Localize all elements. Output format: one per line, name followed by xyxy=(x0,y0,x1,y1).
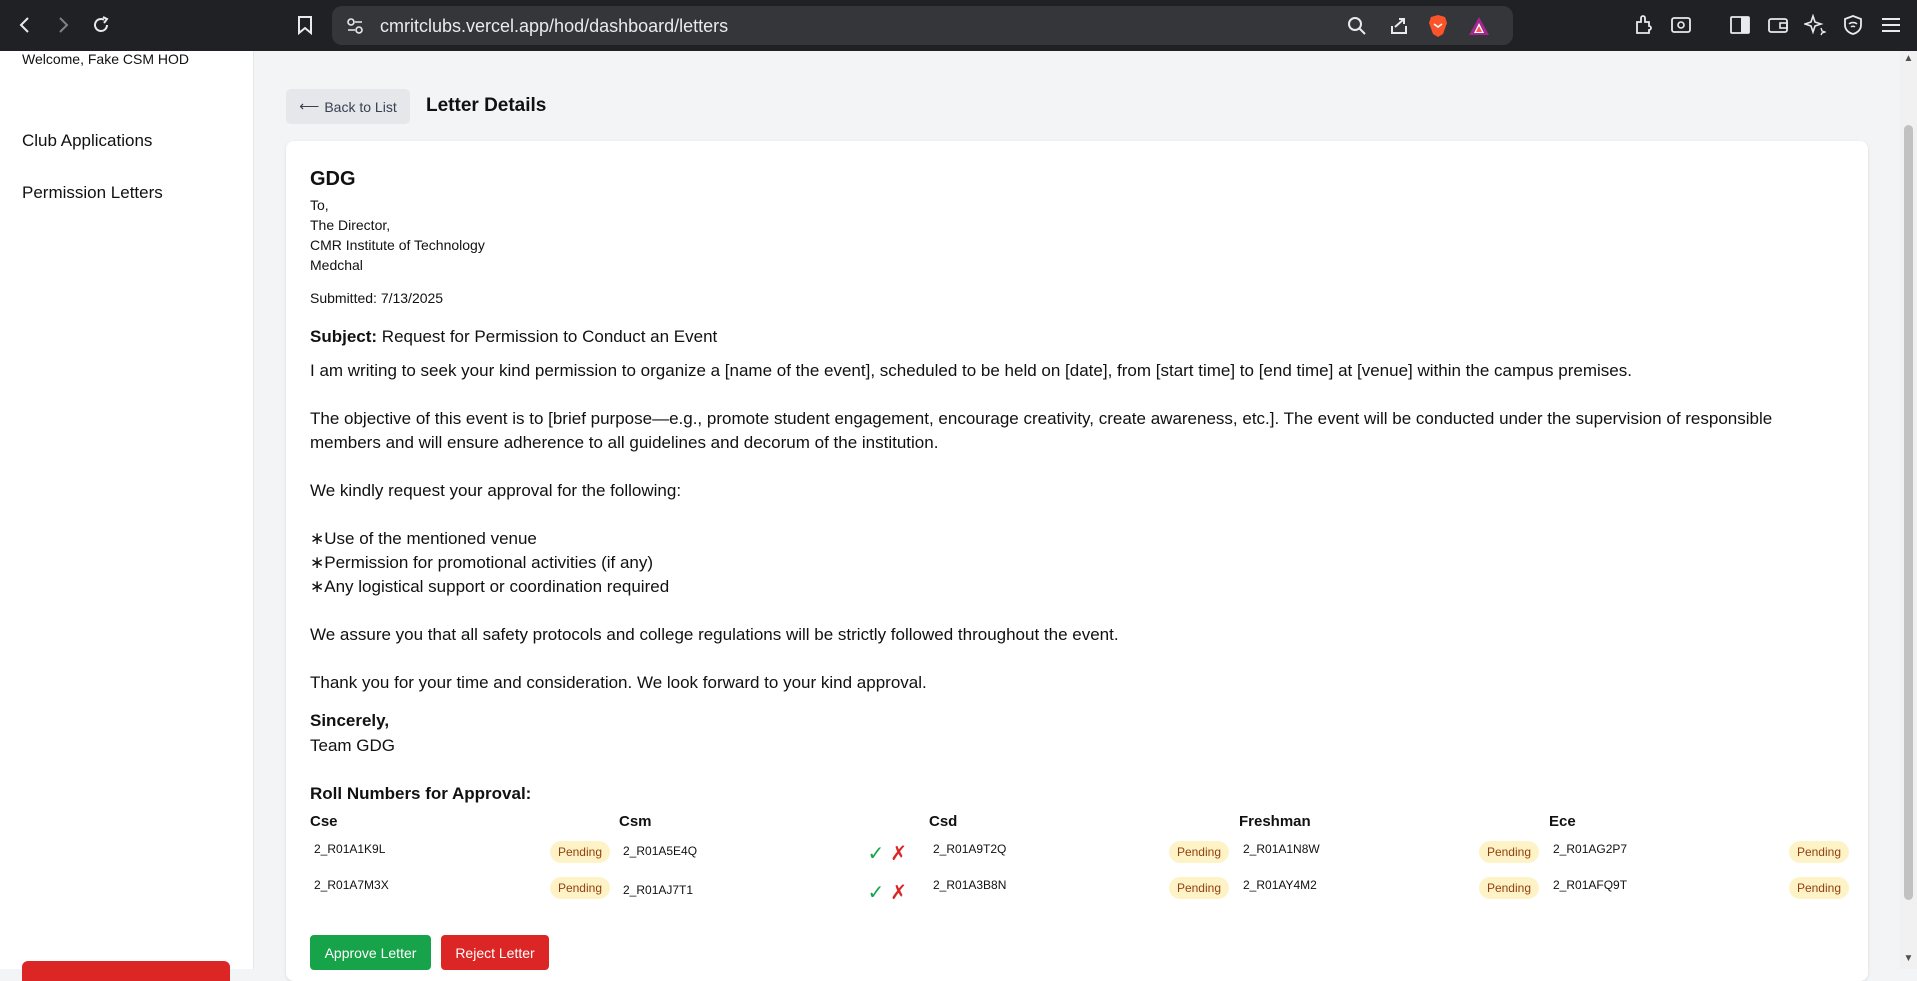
status-badge: Pending xyxy=(1788,841,1849,863)
address-line: Medchal xyxy=(310,257,363,273)
sidebar-toggle-icon[interactable] xyxy=(1726,11,1754,39)
roll-number: 2_R01AFQ9T xyxy=(1553,878,1628,892)
reload-icon[interactable] xyxy=(86,10,116,40)
scrollbar-thumb[interactable] xyxy=(1904,125,1913,900)
approve-roll-icon[interactable]: ✓ xyxy=(867,882,884,904)
page-title: Letter Details xyxy=(426,95,547,116)
roll-row: 2_R01A3B8N Pending xyxy=(929,873,1229,909)
browser-toolbar: cmritclubs.vercel.app/hod/dashboard/lett… xyxy=(0,0,1917,51)
back-to-list-label: Back to List xyxy=(324,98,397,115)
url-text: cmritclubs.vercel.app/hod/dashboard/lett… xyxy=(380,16,729,36)
roll-row: 2_R01AY4M2 Pending xyxy=(1239,873,1539,909)
roll-row: 2_R01AG2P7 Pending xyxy=(1549,837,1849,873)
roll-row: 2_R01A7M3X Pending xyxy=(310,873,610,909)
roll-number: 2_R01A5E4Q xyxy=(623,844,698,858)
menu-icon[interactable] xyxy=(1877,11,1905,39)
back-to-list-button[interactable]: ⟵ Back to List xyxy=(286,89,410,124)
brave-rewards-icon[interactable] xyxy=(1465,12,1493,40)
letter-body: I am writing to seek your kind permissio… xyxy=(310,361,1773,692)
status-badge: Pending xyxy=(1478,841,1539,863)
dept-column-ece: Ece 2_R01AG2P7 Pending 2_R01AFQ9T Pendin… xyxy=(1549,813,1849,909)
share-icon[interactable] xyxy=(1385,12,1413,40)
sidebar-item-permission-letters[interactable]: Permission Letters xyxy=(22,183,163,203)
reject-roll-icon[interactable]: ✗ xyxy=(890,882,907,904)
zoom-icon[interactable] xyxy=(1343,12,1371,40)
logout-button[interactable] xyxy=(22,961,230,981)
status-badge: Pending xyxy=(549,841,610,863)
status-badge: Pending xyxy=(1788,877,1849,899)
main-content: ⟵ Back to List Letter Details GDG To, Th… xyxy=(255,51,1900,981)
dept-column-freshman: Freshman 2_R01A1N8W Pending 2_R01AY4M2 P… xyxy=(1239,813,1539,909)
roll-actions: ✓ ✗ xyxy=(867,880,907,905)
subject-line: Subject: Request for Permission to Condu… xyxy=(310,327,717,347)
sidebar: Welcome, Fake CSM HOD Club Applications … xyxy=(0,51,254,981)
dept-heading: Csm xyxy=(619,813,652,830)
roll-row: 2_R01A9T2Q Pending xyxy=(929,837,1229,873)
subject-text: Request for Permission to Conduct an Eve… xyxy=(381,327,718,346)
signature-team: Team GDG xyxy=(310,736,396,755)
roll-row: 2_R01A1N8W Pending xyxy=(1239,837,1539,873)
roll-number: 2_R01AY4M2 xyxy=(1243,878,1317,892)
approve-letter-button[interactable]: Approve Letter xyxy=(310,935,431,970)
sign-off: Sincerely, xyxy=(310,711,390,730)
vpn-icon[interactable] xyxy=(1839,11,1867,39)
dept-column-csd: Csd 2_R01A9T2Q Pending 2_R01A3B8N Pendin… xyxy=(929,813,1229,909)
roll-row: 2_R01AJ7T1 ✓ ✗ xyxy=(619,873,919,909)
letter-card: GDG To, The Director, CMR Institute of T… xyxy=(286,141,1868,981)
roll-number: 2_R01AG2P7 xyxy=(1553,842,1628,856)
address-bar[interactable]: cmritclubs.vercel.app/hod/dashboard/lett… xyxy=(332,6,1513,45)
scroll-down-icon[interactable]: ▼ xyxy=(1903,953,1914,964)
status-badge: Pending xyxy=(1168,841,1229,863)
roll-number: 2_R01A7M3X xyxy=(314,878,389,892)
roll-number: 2_R01A3B8N xyxy=(933,878,1007,892)
scrollbar[interactable]: ▲ ▼ xyxy=(1900,51,1917,969)
status-badge: Pending xyxy=(1168,877,1229,899)
dept-heading: Freshman xyxy=(1239,813,1311,830)
leo-ai-icon[interactable] xyxy=(1801,11,1829,39)
submitted-date: Submitted: 7/13/2025 xyxy=(310,290,444,306)
roll-row: 2_R01A5E4Q ✓ ✗ xyxy=(619,837,919,873)
sidebar-item-club-applications[interactable]: Club Applications xyxy=(22,131,152,151)
brave-shields-icon[interactable] xyxy=(1424,12,1452,40)
club-name: GDG xyxy=(310,168,356,190)
site-settings-icon[interactable] xyxy=(346,17,364,40)
extensions-icon[interactable] xyxy=(1630,11,1658,39)
reject-letter-button[interactable]: Reject Letter xyxy=(441,935,549,970)
roll-number: 2_R01AJ7T1 xyxy=(623,883,694,897)
dept-column-csm: Csm 2_R01A5E4Q ✓ ✗ 2_R01AJ7T1 ✓ ✗ xyxy=(619,813,919,909)
address-line: The Director, xyxy=(310,217,391,233)
roll-number: 2_R01A1N8W xyxy=(1243,842,1320,856)
wallet-icon[interactable] xyxy=(1764,11,1792,39)
forward-icon[interactable] xyxy=(48,10,78,40)
address-line: CMR Institute of Technology xyxy=(310,237,485,253)
status-badge: Pending xyxy=(549,877,610,899)
welcome-text: Welcome, Fake CSM HOD xyxy=(22,51,189,67)
approve-roll-icon[interactable]: ✓ xyxy=(867,843,884,865)
reject-roll-icon[interactable]: ✗ xyxy=(890,843,907,865)
scroll-up-icon[interactable]: ▲ xyxy=(1903,53,1914,64)
arrow-left-icon: ⟵ xyxy=(299,98,320,114)
status-badge: Pending xyxy=(1478,877,1539,899)
bookmark-icon[interactable] xyxy=(290,10,320,40)
roll-row: 2_R01AFQ9T Pending xyxy=(1549,873,1849,909)
dept-column-cse: Cse 2_R01A1K9L Pending 2_R01A7M3X Pendin… xyxy=(310,813,610,909)
roll-actions: ✓ ✗ xyxy=(867,841,907,866)
roll-row: 2_R01A1K9L Pending xyxy=(310,837,610,873)
roll-number: 2_R01A9T2Q xyxy=(933,842,1007,856)
subject-label: Subject: xyxy=(310,327,378,346)
roll-number: 2_R01A1K9L xyxy=(314,842,386,856)
address-line: To, xyxy=(310,197,329,213)
reading-mode-icon[interactable] xyxy=(1667,11,1695,39)
roll-numbers-title: Roll Numbers for Approval: xyxy=(310,784,532,803)
dept-heading: Csd xyxy=(929,813,958,830)
dept-heading: Ece xyxy=(1549,813,1576,830)
back-icon[interactable] xyxy=(10,10,40,40)
dept-heading: Cse xyxy=(310,813,338,830)
